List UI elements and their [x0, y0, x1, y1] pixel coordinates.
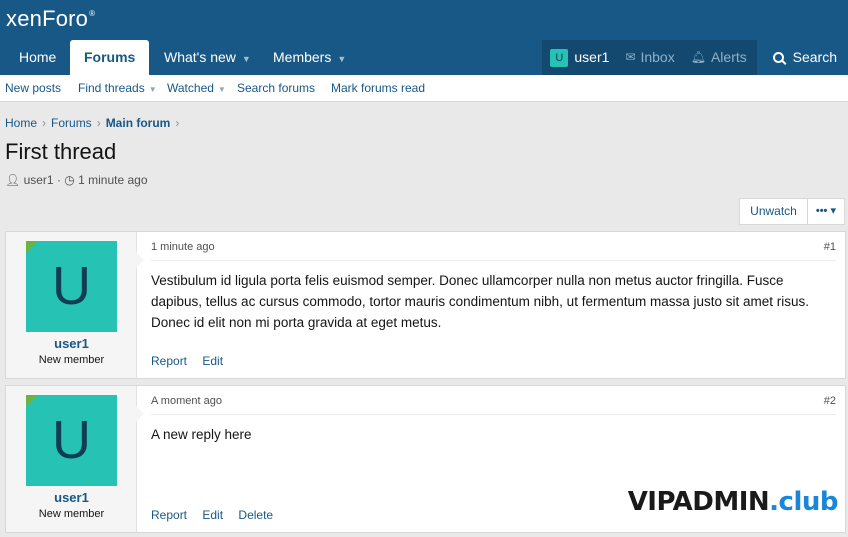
post-actions: Report Edit [151, 354, 235, 368]
clock-icon: ◷ [64, 173, 75, 187]
chevron-down-icon[interactable]: ▼ [242, 54, 251, 64]
breadcrumb-main-forum[interactable]: Main forum [106, 116, 171, 130]
post-username[interactable]: user1 [6, 490, 137, 505]
avatar[interactable]: U [26, 395, 117, 486]
post-username[interactable]: user1 [6, 336, 137, 351]
inbox-link[interactable]: ✉ Inbox [617, 40, 683, 75]
post-content: 1 minute ago #1 Vestibulum id ligula por… [151, 232, 836, 378]
tab-home-label: Home [19, 49, 57, 65]
account-username: user1 [574, 49, 610, 65]
post-user-title: New member [38, 508, 105, 520]
subnav-new-posts[interactable]: New posts [5, 75, 61, 102]
main-navigation: Home Forums What's new ▼ Members ▼ U user1… [0, 40, 848, 75]
avatar-letter: U [52, 410, 91, 470]
logo-registered-mark: ® [89, 9, 96, 18]
watermark: VIPADMIN.club [627, 487, 839, 517]
avatar-letter: U [52, 256, 91, 316]
logo-text: xenForo [6, 6, 89, 31]
more-options-button[interactable]: ••• ▾ [807, 198, 845, 225]
subnav-watched-label: Watched [167, 81, 214, 95]
post-user-panel: U user1 New member [6, 232, 144, 378]
account-menu[interactable]: U user1 [542, 40, 618, 75]
tab-whats-new-label: What's new [164, 49, 236, 65]
avatar[interactable]: U [26, 241, 117, 332]
site-logo[interactable]: xenForo® [6, 6, 95, 32]
tab-home[interactable]: Home [9, 40, 66, 75]
search-label: Search [792, 49, 837, 65]
thread-time[interactable]: 1 minute ago [78, 173, 147, 187]
post: U user1 New member 1 minute ago #1 Vesti… [5, 231, 846, 379]
subnav-find-threads[interactable]: Find threads ▼ [78, 75, 157, 103]
post-time[interactable]: 1 minute ago [151, 241, 215, 253]
search-button[interactable]: Search [757, 40, 848, 75]
watermark-suffix: .club [769, 487, 838, 517]
thread-author[interactable]: user1 [24, 173, 54, 187]
chevron-right-icon: › [96, 116, 101, 130]
chevron-right-icon: › [42, 116, 47, 130]
bell-icon: 🔔︎ [690, 50, 706, 64]
alerts-label: Alerts [710, 49, 747, 65]
breadcrumb: Home › Forums › Main forum › [5, 116, 184, 130]
user-icon: 👤︎ [5, 173, 21, 187]
chevron-down-icon[interactable]: ▼ [218, 85, 226, 94]
alerts-link[interactable]: 🔔︎ Alerts [682, 40, 757, 75]
post-user-title: New member [38, 354, 105, 366]
chevron-down-icon: ▾ [830, 205, 836, 217]
subnav-search-forums[interactable]: Search forums [237, 75, 315, 102]
chevron-down-icon[interactable]: ▼ [149, 85, 157, 94]
post-header: 1 minute ago #1 [151, 241, 836, 261]
report-link[interactable]: Report [151, 354, 187, 368]
subnav-find-threads-label: Find threads [78, 81, 145, 95]
tab-forums[interactable]: Forums [70, 40, 150, 75]
online-indicator-icon [26, 241, 38, 253]
chevron-down-icon[interactable]: ▼ [337, 54, 346, 64]
tab-forums-label: Forums [84, 49, 136, 65]
post-body: Vestibulum id ligula porta felis euismod… [151, 273, 810, 330]
search-icon [772, 52, 787, 65]
inbox-label: Inbox [640, 49, 675, 65]
post-number[interactable]: #2 [824, 395, 836, 407]
online-indicator-icon [26, 395, 38, 407]
report-link[interactable]: Report [151, 508, 187, 522]
tab-whats-new[interactable]: What's new ▼ [154, 40, 261, 75]
post-time[interactable]: A moment ago [151, 395, 222, 407]
post-actions: Report Edit Delete [151, 508, 285, 522]
watermark-main: VIPADMIN [627, 487, 770, 517]
post-user-panel: U user1 New member [6, 386, 144, 532]
breadcrumb-home[interactable]: Home [5, 116, 37, 130]
edit-link[interactable]: Edit [202, 354, 223, 368]
avatar: U [550, 48, 569, 67]
post-header: A moment ago #2 [151, 395, 836, 415]
page-title: First thread [5, 139, 117, 164]
unwatch-button[interactable]: Unwatch [739, 198, 808, 225]
ellipsis-icon: ••• [815, 205, 828, 217]
account-navigation: U user1 ✉ Inbox 🔔︎ Alerts Search [542, 40, 848, 75]
tab-members-label: Members [273, 49, 332, 65]
site-header: xenForo® [0, 0, 848, 40]
edit-link[interactable]: Edit [202, 508, 223, 522]
post-body: A new reply here [151, 427, 252, 442]
subnav-watched[interactable]: Watched ▼ [167, 75, 226, 103]
meta-separator: · [56, 173, 61, 187]
delete-link[interactable]: Delete [238, 508, 273, 522]
tab-members[interactable]: Members ▼ [263, 40, 356, 75]
breadcrumb-forums[interactable]: Forums [51, 116, 92, 130]
thread-meta: 👤︎ user1 · ◷ 1 minute ago [5, 173, 148, 187]
thread-actions: Unwatch ••• ▾ [739, 198, 845, 225]
post-number[interactable]: #1 [824, 241, 836, 253]
chevron-right-icon: › [175, 116, 180, 130]
sub-navigation: New posts Find threads ▼ Watched ▼ Search … [0, 75, 848, 102]
envelope-icon: ✉ [625, 50, 636, 64]
subnav-mark-forums-read[interactable]: Mark forums read [331, 75, 425, 102]
